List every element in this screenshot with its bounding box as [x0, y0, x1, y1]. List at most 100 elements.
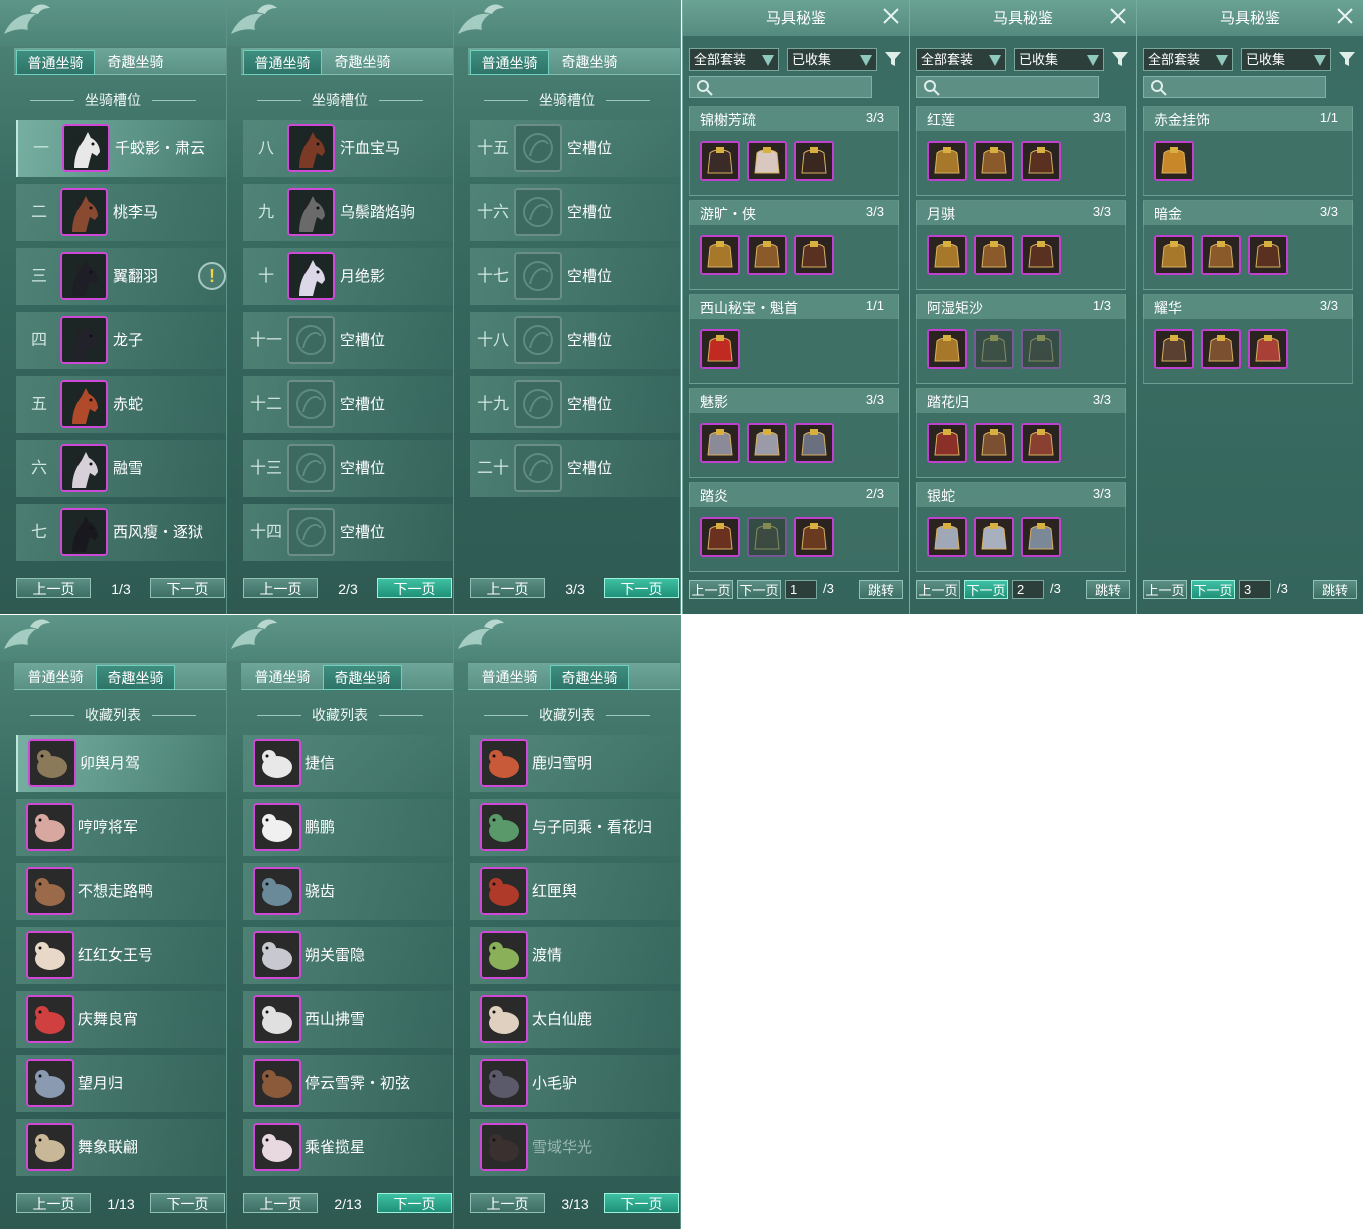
tab-fun-mounts[interactable]: 奇趣坐骑: [96, 665, 175, 690]
collection-row[interactable]: 乘雀揽星: [243, 1119, 453, 1176]
next-page-button[interactable]: 下一页: [150, 1193, 225, 1213]
close-icon[interactable]: [1106, 4, 1130, 28]
prev-page-button[interactable]: 上一页: [16, 578, 91, 598]
saddle-piece-icon[interactable]: [1021, 329, 1061, 369]
jump-button[interactable]: 跳转: [859, 580, 903, 599]
collected-filter-dropdown[interactable]: 已收集: [787, 48, 877, 71]
saddle-piece-icon[interactable]: [1201, 235, 1241, 275]
mount-slot-row[interactable]: 十二 空槽位: [243, 376, 453, 433]
saddle-piece-icon[interactable]: [747, 423, 787, 463]
jump-button[interactable]: 跳转: [1086, 580, 1130, 599]
saddle-piece-icon[interactable]: [974, 235, 1014, 275]
collection-row[interactable]: 舞象联翩: [16, 1119, 226, 1176]
set-filter-dropdown[interactable]: 全部套装: [916, 48, 1006, 71]
mount-slot-row[interactable]: 十九 空槽位: [470, 376, 680, 433]
saddle-piece-icon[interactable]: [927, 235, 967, 275]
saddle-set[interactable]: 月骐 3/3: [916, 200, 1126, 290]
saddle-piece-icon[interactable]: [974, 517, 1014, 557]
collection-row[interactable]: 骁齿: [243, 863, 453, 920]
saddle-piece-icon[interactable]: [1021, 141, 1061, 181]
saddle-piece-icon[interactable]: [927, 329, 967, 369]
prev-page-button[interactable]: 上一页: [243, 1193, 318, 1213]
collection-row[interactable]: 渡情: [470, 927, 680, 984]
collection-row[interactable]: 捷信: [243, 735, 453, 792]
next-page-button[interactable]: 下一页: [1191, 580, 1235, 599]
saddle-piece-icon[interactable]: [1021, 235, 1061, 275]
saddle-set[interactable]: 踏炎 2/3: [689, 482, 899, 572]
saddle-piece-icon[interactable]: [927, 517, 967, 557]
prev-page-button[interactable]: 上一页: [16, 1193, 91, 1213]
saddle-piece-icon[interactable]: [974, 141, 1014, 181]
collected-filter-dropdown[interactable]: 已收集: [1241, 48, 1331, 71]
prev-page-button[interactable]: 上一页: [1143, 580, 1187, 599]
collection-row[interactable]: 鹏鹏: [243, 799, 453, 856]
saddle-set[interactable]: 魅影 3/3: [689, 388, 899, 478]
saddle-piece-icon[interactable]: [974, 423, 1014, 463]
tab-normal-mounts[interactable]: 普通坐骑: [16, 50, 95, 75]
tab-fun-mounts[interactable]: 奇趣坐骑: [96, 50, 175, 75]
saddle-set[interactable]: 游旷・侠 3/3: [689, 200, 899, 290]
filter-icon[interactable]: [1338, 50, 1356, 68]
saddle-piece-icon[interactable]: [1021, 423, 1061, 463]
saddle-piece-icon[interactable]: [1154, 329, 1194, 369]
saddle-piece-icon[interactable]: [700, 235, 740, 275]
tab-fun-mounts[interactable]: 奇趣坐骑: [550, 665, 629, 690]
mount-slot-row[interactable]: 十三 空槽位: [243, 440, 453, 497]
saddle-piece-icon[interactable]: [1248, 329, 1288, 369]
saddle-set[interactable]: 踏花归 3/3: [916, 388, 1126, 478]
prev-page-button[interactable]: 上一页: [916, 580, 960, 599]
mount-slot-row[interactable]: 一 千蛟影・肃云: [16, 120, 226, 177]
mount-slot-row[interactable]: 十八 空槽位: [470, 312, 680, 369]
next-page-button[interactable]: 下一页: [150, 578, 225, 598]
saddle-set[interactable]: 红莲 3/3: [916, 106, 1126, 196]
mount-slot-row[interactable]: 十五 空槽位: [470, 120, 680, 177]
collection-row[interactable]: 不想走路鸭: [16, 863, 226, 920]
saddle-set[interactable]: 赤金挂饰 1/1: [1143, 106, 1353, 196]
saddle-piece-icon[interactable]: [747, 141, 787, 181]
saddle-piece-icon[interactable]: [794, 517, 834, 557]
saddle-piece-icon[interactable]: [700, 141, 740, 181]
saddle-set[interactable]: 暗金 3/3: [1143, 200, 1353, 290]
mount-slot-row[interactable]: 十六 空槽位: [470, 184, 680, 241]
saddle-piece-icon[interactable]: [794, 141, 834, 181]
saddle-piece-icon[interactable]: [700, 423, 740, 463]
page-number-input[interactable]: 1: [785, 580, 817, 599]
collection-row[interactable]: 鹿归雪明: [470, 735, 680, 792]
mount-slot-row[interactable]: 七 西风瘦・逐狱: [16, 504, 226, 561]
saddle-piece-icon[interactable]: [794, 423, 834, 463]
saddle-piece-icon[interactable]: [747, 235, 787, 275]
mount-slot-row[interactable]: 二十 空槽位: [470, 440, 680, 497]
mount-slot-row[interactable]: 六 融雪: [16, 440, 226, 497]
set-filter-dropdown[interactable]: 全部套装: [1143, 48, 1233, 71]
collection-row[interactable]: 与子同乘・看花归: [470, 799, 680, 856]
tab-normal-mounts[interactable]: 普通坐骑: [470, 50, 549, 75]
mount-slot-row[interactable]: 九 乌鬃踏焰驹: [243, 184, 453, 241]
prev-page-button[interactable]: 上一页: [470, 578, 545, 598]
search-input[interactable]: [916, 76, 1099, 98]
mount-slot-row[interactable]: 四 龙子: [16, 312, 226, 369]
saddle-piece-icon[interactable]: [747, 517, 787, 557]
mount-slot-row[interactable]: 二 桃李马: [16, 184, 226, 241]
set-filter-dropdown[interactable]: 全部套装: [689, 48, 779, 71]
collection-row[interactable]: 哼哼将军: [16, 799, 226, 856]
saddle-piece-icon[interactable]: [1021, 517, 1061, 557]
saddle-piece-icon[interactable]: [794, 235, 834, 275]
saddle-set[interactable]: 耀华 3/3: [1143, 294, 1353, 384]
tab-normal-mounts[interactable]: 普通坐骑: [470, 665, 549, 690]
close-icon[interactable]: [1333, 4, 1357, 28]
saddle-piece-icon[interactable]: [1201, 329, 1241, 369]
tab-normal-mounts[interactable]: 普通坐骑: [243, 665, 322, 690]
collection-row[interactable]: 雪域华光: [470, 1119, 680, 1176]
next-page-button[interactable]: 下一页: [377, 1193, 452, 1213]
mount-slot-row[interactable]: 八 汗血宝马: [243, 120, 453, 177]
next-page-button[interactable]: 下一页: [377, 578, 452, 598]
tab-normal-mounts[interactable]: 普通坐骑: [243, 50, 322, 75]
saddle-piece-icon[interactable]: [1248, 235, 1288, 275]
collection-row[interactable]: 小毛驴: [470, 1055, 680, 1112]
filter-icon[interactable]: [884, 50, 902, 68]
page-number-input[interactable]: 2: [1012, 580, 1044, 599]
next-page-button[interactable]: 下一页: [604, 1193, 679, 1213]
close-icon[interactable]: [879, 4, 903, 28]
saddle-piece-icon[interactable]: [1154, 235, 1194, 275]
filter-icon[interactable]: [1111, 50, 1129, 68]
